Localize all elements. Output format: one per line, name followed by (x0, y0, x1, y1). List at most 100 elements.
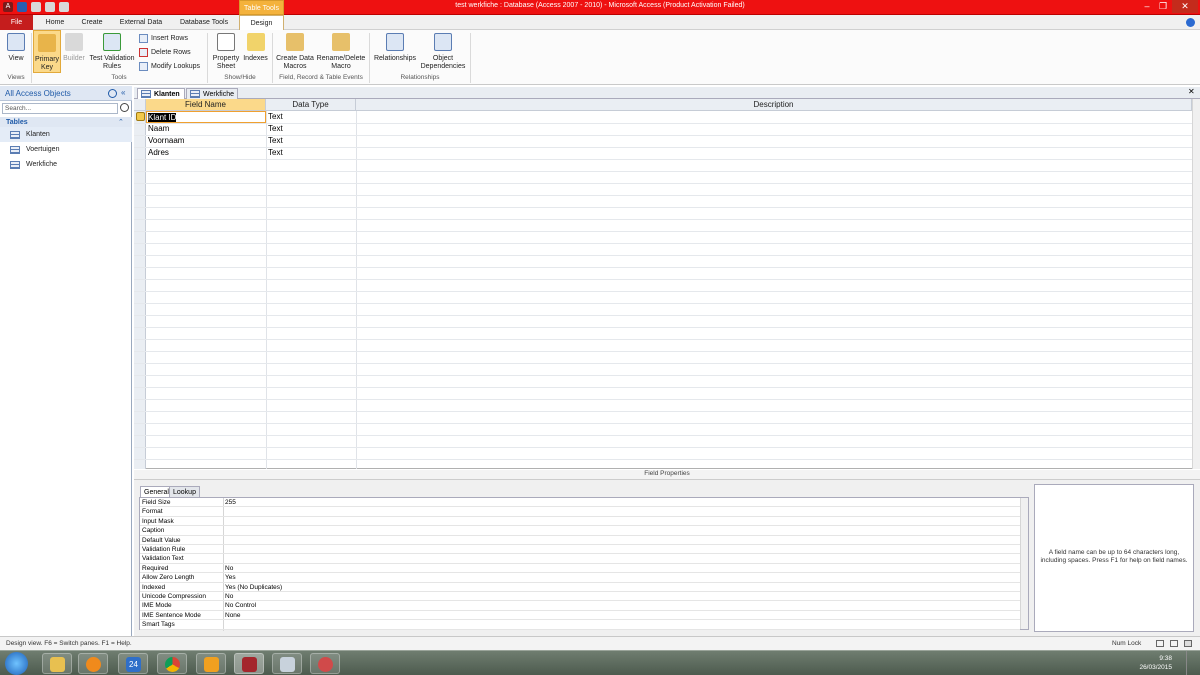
close-document-icon[interactable]: ✕ (1188, 87, 1195, 96)
property-row[interactable]: Caption (140, 526, 1020, 536)
indexes-button[interactable]: Indexes (242, 30, 269, 72)
delete-rows-button[interactable]: Delete Rows (139, 46, 191, 59)
property-row[interactable]: IME Mode No Control (140, 601, 1020, 611)
create-data-macros-button[interactable]: Create Data Macros (275, 30, 315, 72)
search-icon[interactable] (120, 103, 129, 112)
property-row[interactable]: Validation Text (140, 554, 1020, 564)
field-name-cell[interactable]: Klant ID (146, 111, 266, 123)
property-row[interactable]: Validation Rule (140, 545, 1020, 555)
taskbar-explorer[interactable] (42, 653, 72, 674)
property-row[interactable]: IME Sentence Mode None (140, 611, 1020, 621)
nav-item-label: Werkfiche (26, 161, 57, 168)
property-label: IME Sentence Mode (142, 611, 201, 619)
tab-file[interactable]: File (0, 15, 33, 30)
row-selector-column[interactable] (134, 111, 146, 469)
property-value[interactable]: No (225, 592, 233, 601)
tab-home[interactable]: Home (38, 15, 72, 30)
property-row[interactable]: Field Size 255 (140, 498, 1020, 508)
data-type-cell[interactable]: Text (268, 111, 356, 123)
view-button[interactable]: View (2, 30, 30, 72)
property-row[interactable]: Indexed Yes (No Duplicates) (140, 583, 1020, 592)
nav-item-werkfiche[interactable]: Werkfiche (0, 157, 132, 172)
grid-row-line (134, 243, 1192, 244)
property-value[interactable]: No (225, 564, 233, 573)
insert-rows-button[interactable]: Insert Rows (139, 32, 188, 45)
property-row[interactable]: Format (140, 507, 1020, 517)
nav-collapse-icon[interactable]: « (121, 88, 125, 97)
property-label: Required (142, 564, 169, 572)
design-view-icon[interactable] (1184, 640, 1192, 647)
taskbar-calendar[interactable]: 24 (118, 653, 148, 674)
close-button[interactable]: ✕ (1172, 0, 1198, 13)
tab-general[interactable]: General (140, 486, 173, 497)
tab-external-data[interactable]: External Data (112, 15, 170, 30)
property-label: Allow Zero Length (142, 574, 195, 582)
taskbar-snipping-tool[interactable] (310, 653, 340, 674)
grid-vertical-scrollbar[interactable] (1192, 99, 1200, 469)
description-header[interactable]: Description (356, 99, 1192, 111)
taskbar-media-player[interactable] (78, 653, 108, 674)
taskbar-clock[interactable]: 9:38 26/03/2015 (1139, 654, 1172, 672)
field-name-cell[interactable]: Adres (148, 147, 266, 159)
taskbar-chrome[interactable] (157, 653, 187, 674)
property-value[interactable]: Yes (No Duplicates) (225, 583, 282, 592)
doc-tab-klanten[interactable]: Klanten (137, 88, 185, 99)
table-icon (10, 161, 20, 169)
grid-row-line (134, 195, 1192, 196)
restore-button[interactable]: ❐ (1152, 0, 1174, 13)
field-name-header[interactable]: Field Name (146, 99, 266, 111)
builder-icon (65, 33, 83, 51)
calculator-icon (280, 657, 295, 672)
datasheet-view-icon[interactable] (1156, 640, 1164, 647)
primary-key-button[interactable]: Primary Key (33, 30, 61, 73)
data-type-cell[interactable]: Text (268, 147, 356, 159)
folder-icon (50, 657, 65, 672)
property-row[interactable]: Default Value (140, 536, 1020, 545)
data-type-cell[interactable]: Text (268, 135, 356, 147)
nav-item-voertuigen[interactable]: Voertuigen (0, 142, 132, 157)
builder-button[interactable]: Builder (62, 30, 86, 72)
taskbar-outlook[interactable] (196, 653, 226, 674)
doc-tab-werkfiche[interactable]: Werkfiche (186, 88, 238, 99)
nav-section-label: Tables (6, 119, 28, 126)
properties-scrollbar[interactable] (1020, 498, 1028, 629)
taskbar-access[interactable] (234, 653, 264, 674)
rename-delete-macro-button[interactable]: Rename/Delete Macro (315, 30, 367, 72)
doc-tab-label: Werkfiche (203, 91, 234, 98)
property-row[interactable]: Allow Zero Length Yes (140, 573, 1020, 583)
data-type-header[interactable]: Data Type (266, 99, 356, 111)
start-button[interactable] (5, 652, 28, 675)
property-value[interactable]: 255 (225, 498, 236, 507)
modify-lookups-button[interactable]: Modify Lookups (139, 60, 200, 73)
row-selector-header (134, 99, 146, 111)
tab-lookup[interactable]: Lookup (169, 486, 200, 497)
property-row[interactable]: Unicode Compression No (140, 592, 1020, 602)
property-row[interactable]: Smart Tags (140, 620, 1020, 630)
property-label: Smart Tags (142, 621, 175, 629)
test-validation-rules-button[interactable]: Test Validation Rules (87, 30, 137, 72)
property-value[interactable]: Yes (225, 573, 236, 582)
nav-item-klanten[interactable]: Klanten (0, 127, 132, 142)
help-icon[interactable] (1186, 18, 1195, 27)
data-type-cell[interactable]: Text (268, 123, 356, 135)
nav-search-input[interactable]: Search... (2, 103, 118, 114)
property-row[interactable]: Required No (140, 564, 1020, 574)
object-dependencies-button[interactable]: Object Dependencies (418, 30, 468, 72)
taskbar-calculator[interactable] (272, 653, 302, 674)
property-label: Input Mask (142, 517, 174, 525)
field-name-cell[interactable]: Voornaam (148, 135, 266, 147)
property-value[interactable]: None (225, 611, 241, 620)
relationships-button[interactable]: Relationships (372, 30, 418, 72)
grid-row-line (134, 327, 1192, 328)
pivot-view-icon[interactable] (1170, 640, 1178, 647)
section-collapse-icon[interactable]: ⌃ (118, 118, 124, 126)
tab-create[interactable]: Create (74, 15, 110, 30)
field-name-cell[interactable]: Naam (148, 123, 266, 135)
property-row[interactable]: Input Mask (140, 517, 1020, 527)
property-sheet-button[interactable]: Property Sheet (210, 30, 242, 72)
property-value[interactable]: No Control (225, 601, 256, 610)
show-desktop-button[interactable] (1186, 651, 1200, 675)
nav-dropdown-icon[interactable] (108, 89, 117, 98)
tab-database-tools[interactable]: Database Tools (172, 15, 236, 30)
tab-design[interactable]: Design (239, 15, 284, 31)
